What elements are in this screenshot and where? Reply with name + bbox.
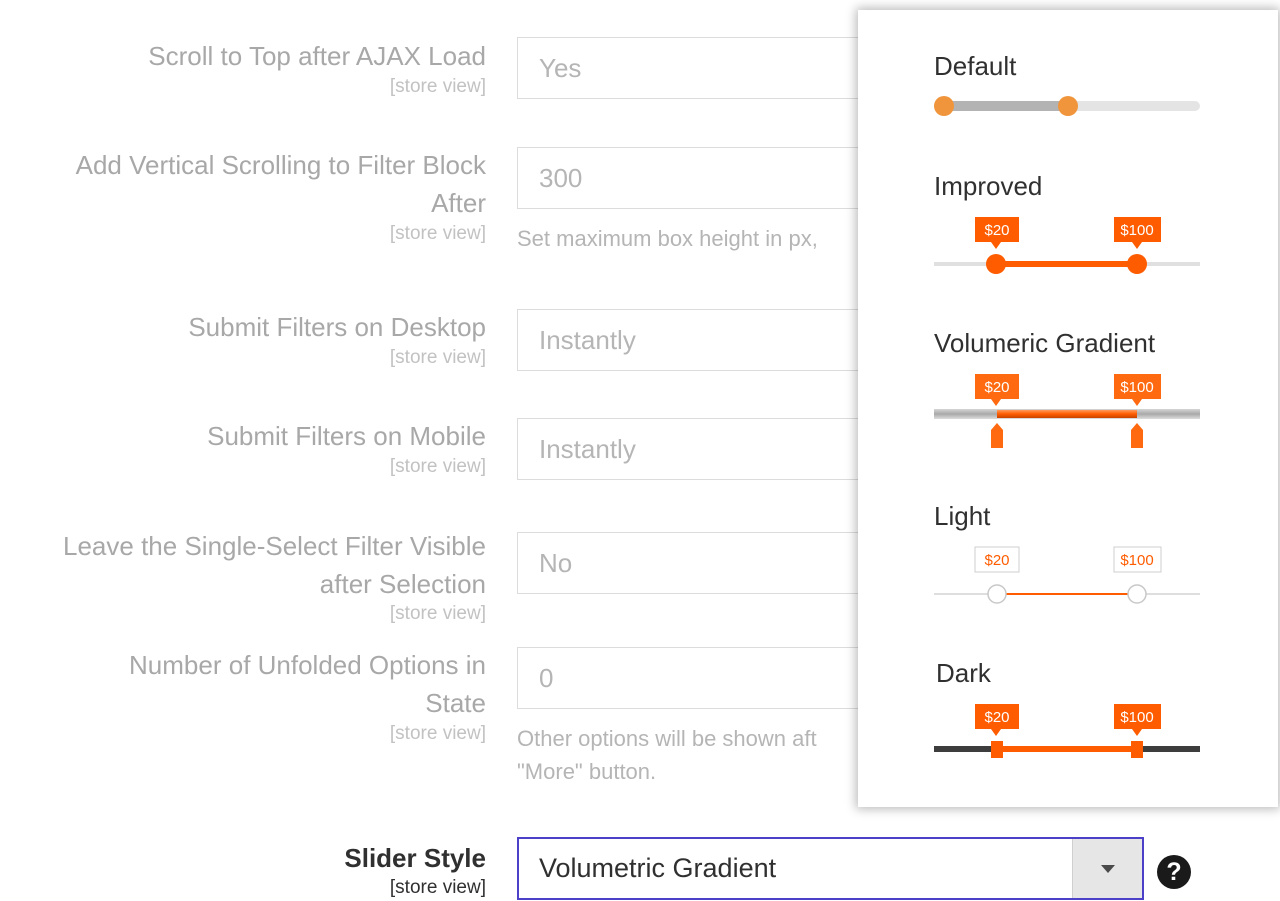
light-range xyxy=(997,593,1137,595)
dark-max-label: $100 xyxy=(1120,709,1153,726)
setting-label-line-2: after Selection xyxy=(319,569,486,599)
submit-desktop-field[interactable]: Instantly xyxy=(517,309,877,371)
field-note: Set maximum box height in px, xyxy=(517,226,818,251)
slider-style-select[interactable]: Volumetric Gradient xyxy=(517,837,1144,900)
improved-max-label: $100 xyxy=(1120,222,1153,239)
scope-label: [store view] xyxy=(389,877,486,898)
style-name-gradient[interactable]: Volumeric Gradient xyxy=(934,327,1155,359)
help-icon[interactable]: ? xyxy=(1157,855,1191,889)
setting-label-line-2: State xyxy=(425,688,486,718)
gradient-slider-preview: $20 $100 xyxy=(934,374,1200,448)
light-min-label: $20 xyxy=(984,552,1009,569)
slider-style-preview-popup: $20 $100 $20 $100 $20 $100 $20 $100 Defa… xyxy=(858,10,1278,807)
setting-label-line-2: After xyxy=(431,188,486,218)
vertical-scrolling-input[interactable]: 300 xyxy=(517,147,877,209)
default-handle-min xyxy=(934,96,954,116)
unfolded-options-input[interactable]: 0 xyxy=(517,647,877,709)
scope-label: [store view] xyxy=(389,223,486,244)
field-note-line-1: Other options will be shown aft xyxy=(517,726,817,751)
setting-label-line-1: Add Vertical Scrolling to Filter Block xyxy=(75,150,486,180)
light-slider-preview: $20 $100 xyxy=(934,546,1200,604)
style-name-light[interactable]: Light xyxy=(934,500,990,532)
slider-style-label: Slider Style xyxy=(344,843,486,873)
improved-range xyxy=(996,261,1137,267)
setting-label-line-1: Number of Unfolded Options in xyxy=(129,650,486,680)
dark-min-label: $20 xyxy=(984,709,1009,726)
light-handle-min xyxy=(987,584,1007,604)
scope-label: [store view] xyxy=(389,347,486,368)
submit-mobile-field[interactable]: Instantly xyxy=(517,418,877,480)
scope-label: [store view] xyxy=(389,456,486,477)
setting-label: Submit Filters on Desktop xyxy=(188,312,486,342)
style-name-default[interactable]: Default xyxy=(934,50,1016,82)
improved-handle-min xyxy=(986,254,1006,274)
light-handle-max xyxy=(1127,584,1147,604)
improved-min-label: $20 xyxy=(984,222,1009,239)
gradient-range xyxy=(997,410,1137,418)
scroll-to-top-field[interactable]: Yes xyxy=(517,37,877,99)
setting-label: Scroll to Top after AJAX Load xyxy=(148,41,486,71)
gradient-handle-max xyxy=(1131,423,1143,448)
scope-label: [store view] xyxy=(389,76,486,97)
scope-label: [store view] xyxy=(389,603,486,624)
dark-range xyxy=(997,746,1137,752)
field-note-line-2: "More" button. xyxy=(517,759,657,784)
default-range xyxy=(944,101,1068,111)
improved-handle-max xyxy=(1127,254,1147,274)
dark-handle-max xyxy=(1131,741,1143,758)
gradient-handle-min xyxy=(991,423,1003,448)
dark-handle-min xyxy=(991,741,1003,758)
slider-previews: $20 $100 $20 $100 $20 $100 $20 $100 xyxy=(934,96,1200,758)
slider-style-selected-value: Volumetric Gradient xyxy=(539,853,777,883)
style-name-dark[interactable]: Dark xyxy=(936,657,991,689)
setting-label-line-1: Leave the Single-Select Filter Visible xyxy=(63,531,486,561)
gradient-max-label: $100 xyxy=(1120,379,1153,396)
improved-slider-preview: $20 $100 xyxy=(934,217,1200,274)
scope-label: [store view] xyxy=(389,723,486,744)
style-name-improved[interactable]: Improved xyxy=(934,170,1042,202)
chevron-down-icon[interactable] xyxy=(1072,839,1142,898)
light-max-label: $100 xyxy=(1120,552,1153,569)
default-slider-preview xyxy=(934,96,1200,116)
dark-slider-preview: $20 $100 xyxy=(934,704,1200,758)
default-handle-max xyxy=(1058,96,1078,116)
setting-label: Submit Filters on Mobile xyxy=(207,421,486,451)
gradient-min-label: $20 xyxy=(984,379,1009,396)
single-select-visible-field[interactable]: No xyxy=(517,532,877,594)
